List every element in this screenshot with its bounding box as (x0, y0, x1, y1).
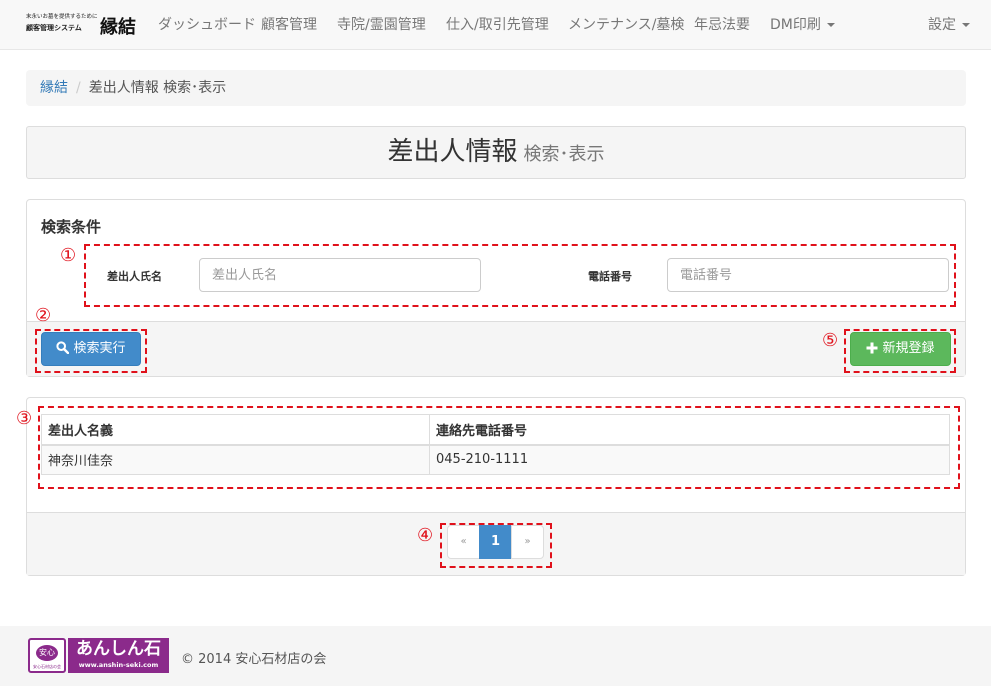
annotation-box-1 (84, 244, 956, 307)
logo-mark-subtext: 安心石材店の会 (33, 664, 61, 669)
logo-wordmark: あんしん石 www.anshin-seki.com (68, 638, 169, 673)
nav-customer-management[interactable]: 顧客管理 (261, 0, 317, 50)
page-footer: 安心 安心石材店の会 あんしん石 www.anshin-seki.com © 2… (0, 626, 991, 686)
brand-logo[interactable]: 末永いお墓を提供するために 顧客管理システム 縁結 (26, 12, 140, 38)
nav-settings-dropdown[interactable]: 設定 (928, 0, 970, 50)
page-header: 差出人情報 検索･表示 (26, 126, 966, 179)
page-subtitle: 検索･表示 (523, 144, 605, 165)
nav-settings-label: 設定 (928, 17, 956, 33)
annotation-box-4 (440, 523, 552, 568)
annotation-marker-2: ② (35, 305, 52, 326)
nav-maintenance[interactable]: メンテナンス/墓検 (568, 0, 684, 50)
annotation-marker-4: ④ (417, 525, 434, 546)
brand-tagline: 末永いお墓を提供するために (26, 14, 98, 20)
caret-down-icon (826, 23, 835, 27)
nav-supplier-management[interactable]: 仕入/取引先管理 (446, 0, 549, 50)
breadcrumb-separator: / (76, 80, 81, 96)
annotation-marker-3: ③ (16, 408, 33, 429)
breadcrumb: 縁結 / 差出人情報 検索･表示 (26, 70, 966, 106)
nav-dm-print-dropdown[interactable]: DM印刷 (770, 0, 835, 50)
page-title: 差出人情報 (387, 137, 518, 167)
breadcrumb-home-link[interactable]: 縁結 (40, 80, 68, 96)
annotation-marker-1: ① (60, 245, 77, 266)
nav-memorial-services[interactable]: 年忌法要 (694, 0, 750, 50)
top-navbar: 末永いお墓を提供するために 顧客管理システム 縁結 ダッシュボード 顧客管理 寺… (0, 0, 991, 50)
anshin-seki-logo[interactable]: 安心 安心石材店の会 あんしん石 www.anshin-seki.com (28, 638, 169, 673)
nav-temple-cemetery-management[interactable]: 寺院/霊園管理 (337, 0, 426, 50)
brand-system-name: 顧客管理システム (26, 23, 82, 32)
annotation-box-5 (844, 329, 956, 373)
annotation-box-2 (35, 329, 147, 373)
search-panel-title: 検索条件 (41, 218, 102, 236)
annotation-marker-5: ⑤ (822, 330, 839, 351)
annotation-box-3 (38, 406, 960, 489)
logo-mark-text: 安心 (36, 645, 58, 661)
brand-name: 縁結 (100, 17, 136, 38)
nav-dm-print-label: DM印刷 (770, 17, 821, 33)
anshin-mark-icon: 安心 安心石材店の会 (28, 638, 66, 673)
logo-name: あんしん石 (76, 639, 161, 659)
caret-down-icon (962, 23, 970, 27)
logo-url: www.anshin-seki.com (78, 661, 159, 669)
breadcrumb-current: 差出人情報 検索･表示 (88, 80, 227, 96)
nav-dashboard[interactable]: ダッシュボード (158, 0, 256, 50)
copyright-text: © 2014 安心石材店の会 (181, 652, 327, 667)
